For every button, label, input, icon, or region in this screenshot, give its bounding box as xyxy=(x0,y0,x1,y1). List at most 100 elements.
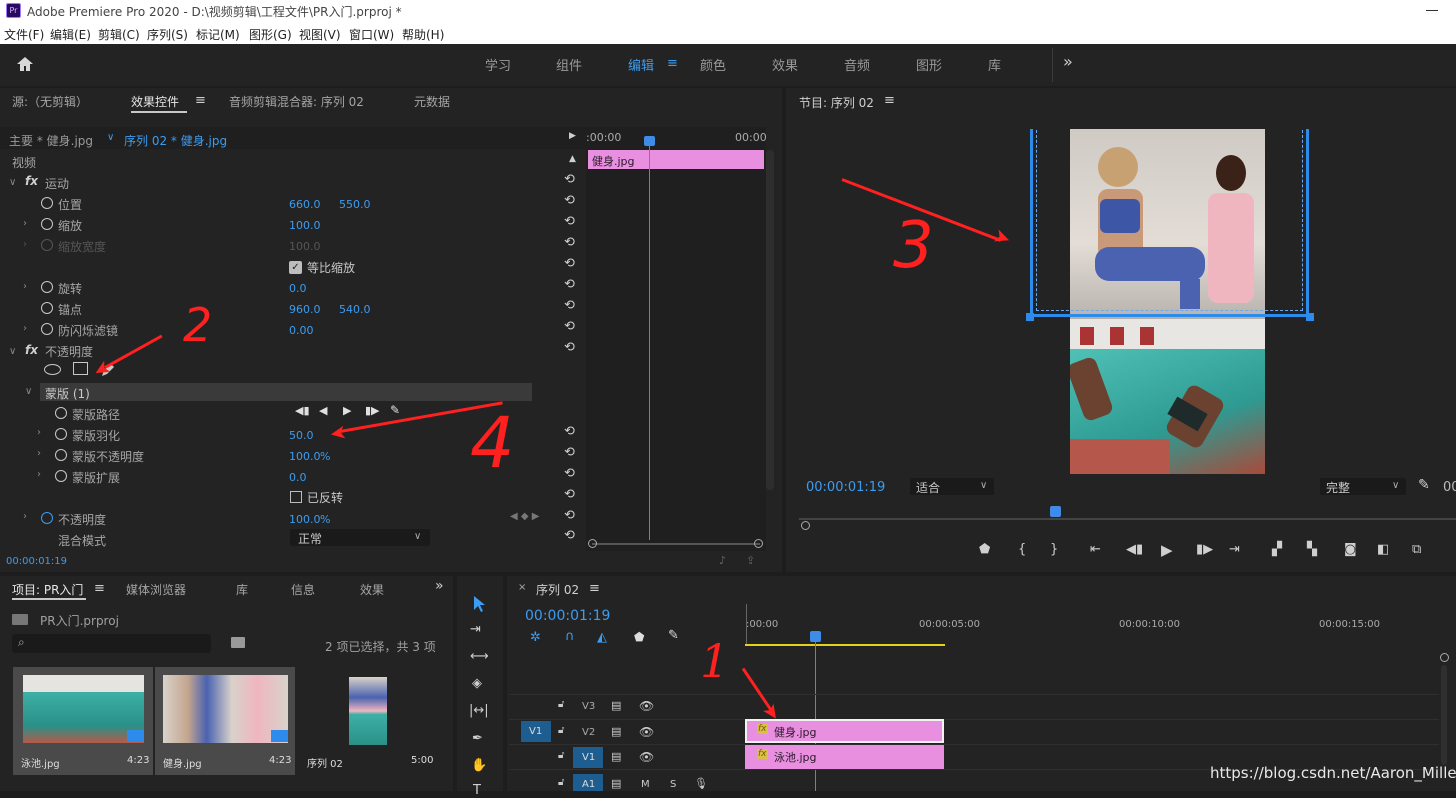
tab-media-browser[interactable]: 媒体浏览器 xyxy=(126,581,186,598)
stopwatch-icon[interactable] xyxy=(55,407,67,419)
workspace-editing[interactable]: 编辑 xyxy=(628,55,654,74)
mini-playhead-handle[interactable] xyxy=(644,136,655,146)
reset-antiflicker-icon[interactable]: ⟲ xyxy=(564,319,575,334)
scroll-up-icon[interactable]: ▲ xyxy=(569,154,576,164)
mask-chevron-icon[interactable]: ∨ xyxy=(25,386,32,397)
fit-dropdown[interactable]: 适合 ∨ xyxy=(910,478,994,495)
stopwatch-icon[interactable] xyxy=(41,197,53,209)
mask-row-highlight[interactable] xyxy=(40,383,532,401)
tab-project[interactable]: 项目: PR入门 xyxy=(12,581,83,598)
master-clip-tab[interactable]: 主要 * 健身.jpg xyxy=(9,132,93,149)
ellipse-mask-icon[interactable] xyxy=(44,364,61,375)
compare-icon[interactable]: ◧ xyxy=(1377,542,1389,557)
step-forward-icon[interactable]: ▮▶ xyxy=(1196,542,1213,557)
play-icon[interactable]: ▶ xyxy=(1161,541,1173,559)
timeline-clip[interactable]: fx 泳池.jpg xyxy=(745,745,944,769)
lock-icon[interactable]: 🔓︎ xyxy=(558,777,564,788)
track-target-a1[interactable]: A1 xyxy=(573,774,603,791)
mark-in-icon[interactable]: { xyxy=(1018,542,1026,557)
rectangle-mask-icon[interactable] xyxy=(73,362,88,375)
opacity-value[interactable]: 100.0 xyxy=(289,513,321,526)
wrench-icon[interactable]: ✎ xyxy=(390,403,400,417)
step-back-icon[interactable]: ◀▮ xyxy=(1126,542,1143,557)
mini-playhead[interactable] xyxy=(649,140,650,540)
lock-icon[interactable]: 🔓︎ xyxy=(558,725,564,736)
settings-wrench-icon[interactable]: ✎ xyxy=(1418,477,1430,493)
audio-scrub-icon[interactable]: ♪ xyxy=(719,554,726,567)
rotation-chevron-icon[interactable]: › xyxy=(23,281,27,292)
multi-cam-icon[interactable]: ⧉ xyxy=(1412,542,1421,557)
vertical-scrollbar[interactable] xyxy=(1441,665,1447,765)
stopwatch-icon[interactable] xyxy=(41,512,53,524)
mini-scrollbar[interactable] xyxy=(592,543,760,545)
new-bin-icon[interactable] xyxy=(231,637,245,648)
position-x-value[interactable]: 660.0 xyxy=(289,198,321,211)
chevron-down-icon[interactable]: ∨ xyxy=(107,132,114,143)
workspace-audio[interactable]: 音频 xyxy=(844,55,870,74)
project-item[interactable]: 健身.jpg 4:23 xyxy=(155,667,295,775)
opacity-value-chevron-icon[interactable]: › xyxy=(23,511,27,522)
reset-scale-icon[interactable]: ⟲ xyxy=(564,214,575,229)
more-panels-icon[interactable]: » xyxy=(435,578,444,594)
track-forward-frame-icon[interactable]: ▶ xyxy=(343,404,351,417)
reset-position-icon[interactable]: ⟲ xyxy=(564,193,575,208)
effect-scrollbar[interactable] xyxy=(766,150,774,490)
track-forward-icon[interactable]: ▮▶ xyxy=(365,404,380,417)
reset-opacity-section-icon[interactable]: ⟲ xyxy=(564,340,575,355)
reset-mask-opacity-icon[interactable]: ⟲ xyxy=(564,445,575,460)
sync-lock-icon[interactable]: ▤ xyxy=(611,750,621,763)
menu-file[interactable]: 文件(F) xyxy=(4,26,44,43)
workspace-graphics[interactable]: 图形 xyxy=(916,55,942,74)
pen-tool-icon[interactable]: ✒ xyxy=(472,731,483,746)
panel-menu-icon[interactable]: ≡ xyxy=(195,93,206,108)
timeline-menu-icon[interactable]: ≡ xyxy=(589,581,600,596)
motion-chevron-icon[interactable]: ∨ xyxy=(9,177,16,188)
tab-source[interactable]: 源:（无剪辑） xyxy=(12,93,88,110)
menu-edit[interactable]: 编辑(E) xyxy=(50,26,91,43)
scale-chevron-icon[interactable]: › xyxy=(23,218,27,229)
lift-icon[interactable]: ▞ xyxy=(1272,542,1282,557)
zoom-scroll-top[interactable] xyxy=(1440,653,1449,662)
source-patch-v1[interactable]: V1 xyxy=(521,721,551,742)
menu-sequence[interactable]: 序列(S) xyxy=(147,26,188,43)
tab-library[interactable]: 库 xyxy=(236,581,248,598)
menu-clip[interactable]: 剪辑(C) xyxy=(98,26,140,43)
hand-tool-icon[interactable]: ✋ xyxy=(471,758,487,773)
add-marker-icon[interactable]: ⬟ xyxy=(979,542,990,557)
lock-icon[interactable]: 🔓︎ xyxy=(558,750,564,761)
reset-opacity-icon[interactable]: ⟲ xyxy=(564,508,575,523)
program-menu-icon[interactable]: ≡ xyxy=(884,93,895,108)
selection-tool-icon[interactable] xyxy=(471,595,487,613)
mask-opacity-chevron-icon[interactable]: › xyxy=(37,448,41,459)
linked-selection-icon[interactable]: ◭ xyxy=(597,630,607,645)
rotation-value[interactable]: 0.0 xyxy=(289,282,307,295)
sequence-clip-tab[interactable]: 序列 02 * 健身.jpg xyxy=(124,132,227,149)
antiflicker-chevron-icon[interactable]: › xyxy=(23,323,27,334)
close-tab-icon[interactable]: × xyxy=(518,582,526,593)
project-item[interactable]: 泳池.jpg 4:23 xyxy=(13,667,153,775)
expansion-chevron-icon[interactable]: › xyxy=(37,469,41,480)
opacity-chevron-icon[interactable]: ∨ xyxy=(9,346,16,357)
anchor-x-value[interactable]: 960.0 xyxy=(289,303,321,316)
slip-tool-icon[interactable]: |↔| xyxy=(469,703,489,718)
add-marker-icon[interactable]: ⬟ xyxy=(634,630,644,644)
home-icon[interactable] xyxy=(15,55,35,73)
export-icon[interactable]: ⇪ xyxy=(746,554,755,567)
workspace-learn[interactable]: 学习 xyxy=(485,55,511,74)
stopwatch-icon[interactable] xyxy=(41,218,53,230)
minimize-button[interactable] xyxy=(1426,10,1438,11)
stopwatch-icon[interactable] xyxy=(41,281,53,293)
search-input[interactable]: ⌕ xyxy=(12,634,211,653)
export-frame-icon[interactable]: ◙ xyxy=(1344,542,1357,557)
scale-value[interactable]: 100.0 xyxy=(289,219,321,232)
workspace-menu-icon[interactable]: ≡ xyxy=(667,56,678,71)
reset-anchor-icon[interactable]: ⟲ xyxy=(564,298,575,313)
stopwatch-icon[interactable] xyxy=(55,449,67,461)
reset-uniform-icon[interactable]: ⟲ xyxy=(564,256,575,271)
timeline-clip[interactable]: fx 健身.jpg xyxy=(745,719,944,743)
eye-icon[interactable]: 👁︎ xyxy=(639,699,654,713)
program-playhead[interactable] xyxy=(1050,506,1061,517)
track-target-v1[interactable]: V1 xyxy=(573,747,603,768)
mask-handle-bottom-left[interactable] xyxy=(1026,313,1034,321)
project-item[interactable]: 序列 02 5:00 xyxy=(297,667,437,775)
